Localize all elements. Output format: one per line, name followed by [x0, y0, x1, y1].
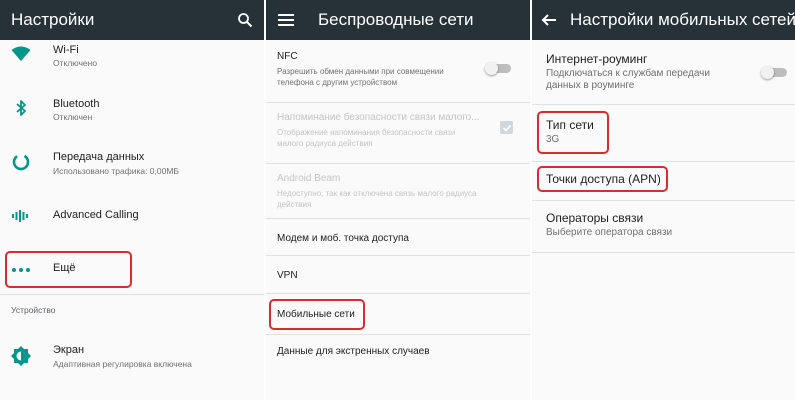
roaming-toggle[interactable]: [761, 66, 787, 79]
settings-item-title: Передача данных: [53, 151, 145, 163]
data-usage-icon: [11, 152, 31, 172]
wireless-item-subtitle: Отображение напоминания безопасности свя…: [277, 128, 456, 148]
toggle-thumb: [485, 62, 498, 75]
page-title: Беспроводные сети: [318, 10, 474, 29]
mobile-network-screen: Настройки мобильных сетей Интернет-роуми…: [532, 0, 795, 400]
mobile-item-title: Интернет-роуминг: [546, 52, 648, 66]
screenshot-collage: Настройки Wi-Fi Отключено Bluetooth Откл…: [0, 0, 795, 400]
search-icon[interactable]: [236, 11, 254, 29]
mobile-item-title: Операторы связи: [546, 211, 644, 225]
page-title: Настройки: [11, 10, 95, 29]
section-header-device: Устройство: [11, 305, 56, 315]
wireless-item-nfc[interactable]: NFC Разрешить обмен данными при совмещен…: [277, 51, 520, 88]
wireless-item-title: Модем и моб. точка доступа: [277, 233, 409, 244]
list-divider: [532, 104, 795, 105]
mobile-app-bar: Настройки мобильных сетей: [532, 0, 795, 40]
brightness-icon: [11, 346, 31, 366]
list-divider: [532, 161, 795, 162]
settings-app-bar: Настройки: [0, 0, 264, 40]
wireless-screen: Беспроводные сети NFC Разрешить обмен да…: [266, 0, 530, 400]
mobile-item-roaming[interactable]: Интернет-роуминг Подключаться к службам …: [546, 52, 783, 92]
settings-item-title: Экран: [53, 344, 85, 356]
mobile-item-subtitle: Выберите оператора связи: [546, 227, 673, 238]
highlight-mobile-networks: [269, 299, 365, 330]
list-divider: [266, 255, 530, 256]
advanced-calling-icon: [11, 206, 31, 226]
settings-item-title: Bluetooth: [53, 98, 100, 110]
wireless-item-android-beam: Android Beam Недоступно, так как отключе…: [277, 173, 520, 210]
settings-item-title: Advanced Calling: [53, 209, 139, 221]
settings-item-wifi[interactable]: Wi-Fi Отключено: [0, 40, 264, 90]
wireless-item-title: NFC: [277, 51, 298, 62]
highlight-network-type: [537, 111, 609, 154]
arrow-back-icon[interactable]: [540, 11, 558, 29]
wireless-item-tethering[interactable]: Модем и моб. точка доступа: [277, 233, 520, 244]
settings-item-title: Wi-Fi: [53, 44, 79, 56]
toggle-thumb: [761, 66, 774, 79]
list-divider: [532, 200, 795, 201]
list-divider: [266, 293, 530, 294]
wireless-item-title: Напоминание безопасности связи малого...: [277, 112, 480, 123]
settings-item-subtitle: Адаптивная регулировка включена: [53, 359, 192, 369]
wireless-item-title: VPN: [277, 270, 298, 281]
wireless-item-subtitle: Недоступно, так как отключена связь мало…: [277, 189, 477, 209]
wireless-item-subtitle: Разрешить обмен данными при совмещении т…: [277, 67, 444, 87]
settings-item-data-usage[interactable]: Передача данных Использовано трафика: 0,…: [0, 142, 264, 196]
mobile-item-subtitle: Подключаться к службам передачи данных в…: [546, 68, 710, 91]
wifi-icon: [11, 46, 31, 66]
nfc-toggle[interactable]: [485, 62, 511, 75]
settings-item-advanced-calling[interactable]: Advanced Calling: [0, 196, 264, 246]
list-divider: [266, 163, 530, 164]
wireless-item-vpn[interactable]: VPN: [277, 270, 520, 281]
security-reminder-checkbox: [500, 121, 513, 134]
section-divider: [0, 294, 264, 295]
list-divider: [266, 218, 530, 219]
bluetooth-icon: [11, 98, 31, 118]
settings-screen: Настройки Wi-Fi Отключено Bluetooth Откл…: [0, 0, 264, 400]
mobile-item-operators[interactable]: Операторы связи Выберите оператора связи: [546, 211, 783, 239]
wireless-app-bar: Беспроводные сети: [266, 0, 530, 40]
wireless-item-emergency-data[interactable]: Данные для экстренных случаев: [277, 346, 520, 357]
wireless-item-security-reminder: Напоминание безопасности связи малого...…: [277, 112, 520, 149]
page-title: Настройки мобильных сетей: [570, 10, 795, 29]
settings-item-bluetooth[interactable]: Bluetooth Отключен: [0, 90, 264, 142]
settings-item-subtitle: Отключено: [53, 58, 98, 68]
list-divider: [266, 334, 530, 335]
wireless-item-title: Android Beam: [277, 173, 341, 184]
wireless-item-title: Данные для экстренных случаев: [277, 346, 430, 357]
settings-item-subtitle: Отключен: [53, 112, 93, 122]
menu-icon[interactable]: [277, 11, 295, 29]
list-divider: [532, 252, 795, 253]
highlight-apn: [537, 166, 668, 192]
settings-item-display[interactable]: Экран Адаптивная регулировка включена: [0, 330, 264, 380]
list-divider: [266, 102, 530, 103]
settings-item-subtitle: Использовано трафика: 0,00МБ: [53, 166, 179, 176]
highlight-more: [5, 251, 132, 288]
